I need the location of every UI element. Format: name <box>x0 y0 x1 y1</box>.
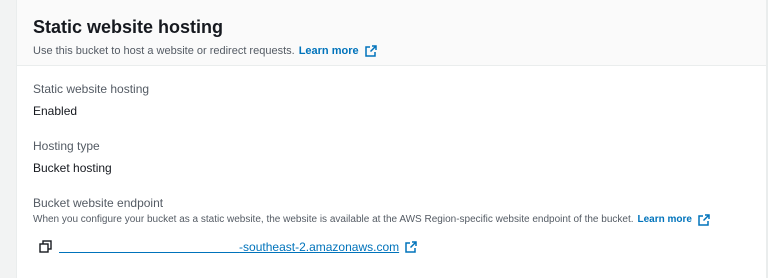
hosting-type-field: Hosting type Bucket hosting <box>33 139 112 175</box>
external-link-icon[interactable] <box>364 45 377 57</box>
panel-description-text: Use this bucket to host a website or red… <box>33 45 295 57</box>
endpoint-label: Bucket website endpoint <box>33 196 164 210</box>
panel-header: Static website hosting Use this bucket t… <box>17 0 768 66</box>
endpoint-url-text: -southeast-2.amazonaws.com <box>239 240 400 254</box>
copy-icon[interactable] <box>39 240 53 254</box>
endpoint-url-redacted <box>59 240 239 254</box>
static-website-hosting-panel: Static website hosting Use this bucket t… <box>16 0 768 278</box>
external-link-icon[interactable] <box>698 214 710 226</box>
endpoint-learn-more-link[interactable]: Learn more <box>638 214 692 226</box>
external-link-icon[interactable] <box>405 241 417 253</box>
static-hosting-label: Static website hosting <box>33 82 150 96</box>
endpoint-url-link[interactable]: -southeast-2.amazonaws.com <box>59 240 399 254</box>
static-hosting-value: Enabled <box>33 104 78 118</box>
endpoint-field: Bucket website endpoint When you configu… <box>33 196 710 254</box>
panel-title: Static website hosting <box>33 17 224 37</box>
endpoint-description-text: When you configure your bucket as a stat… <box>33 214 634 225</box>
learn-more-link[interactable]: Learn more <box>299 44 359 58</box>
hosting-type-label: Hosting type <box>33 139 100 153</box>
panel-description: Use this bucket to host a website or red… <box>33 44 768 58</box>
static-hosting-field: Static website hosting Enabled <box>33 82 149 118</box>
endpoint-row: -southeast-2.amazonaws.com <box>39 240 710 254</box>
hosting-type-value: Bucket hosting <box>33 161 112 175</box>
endpoint-description: When you configure your bucket as a stat… <box>33 214 710 226</box>
